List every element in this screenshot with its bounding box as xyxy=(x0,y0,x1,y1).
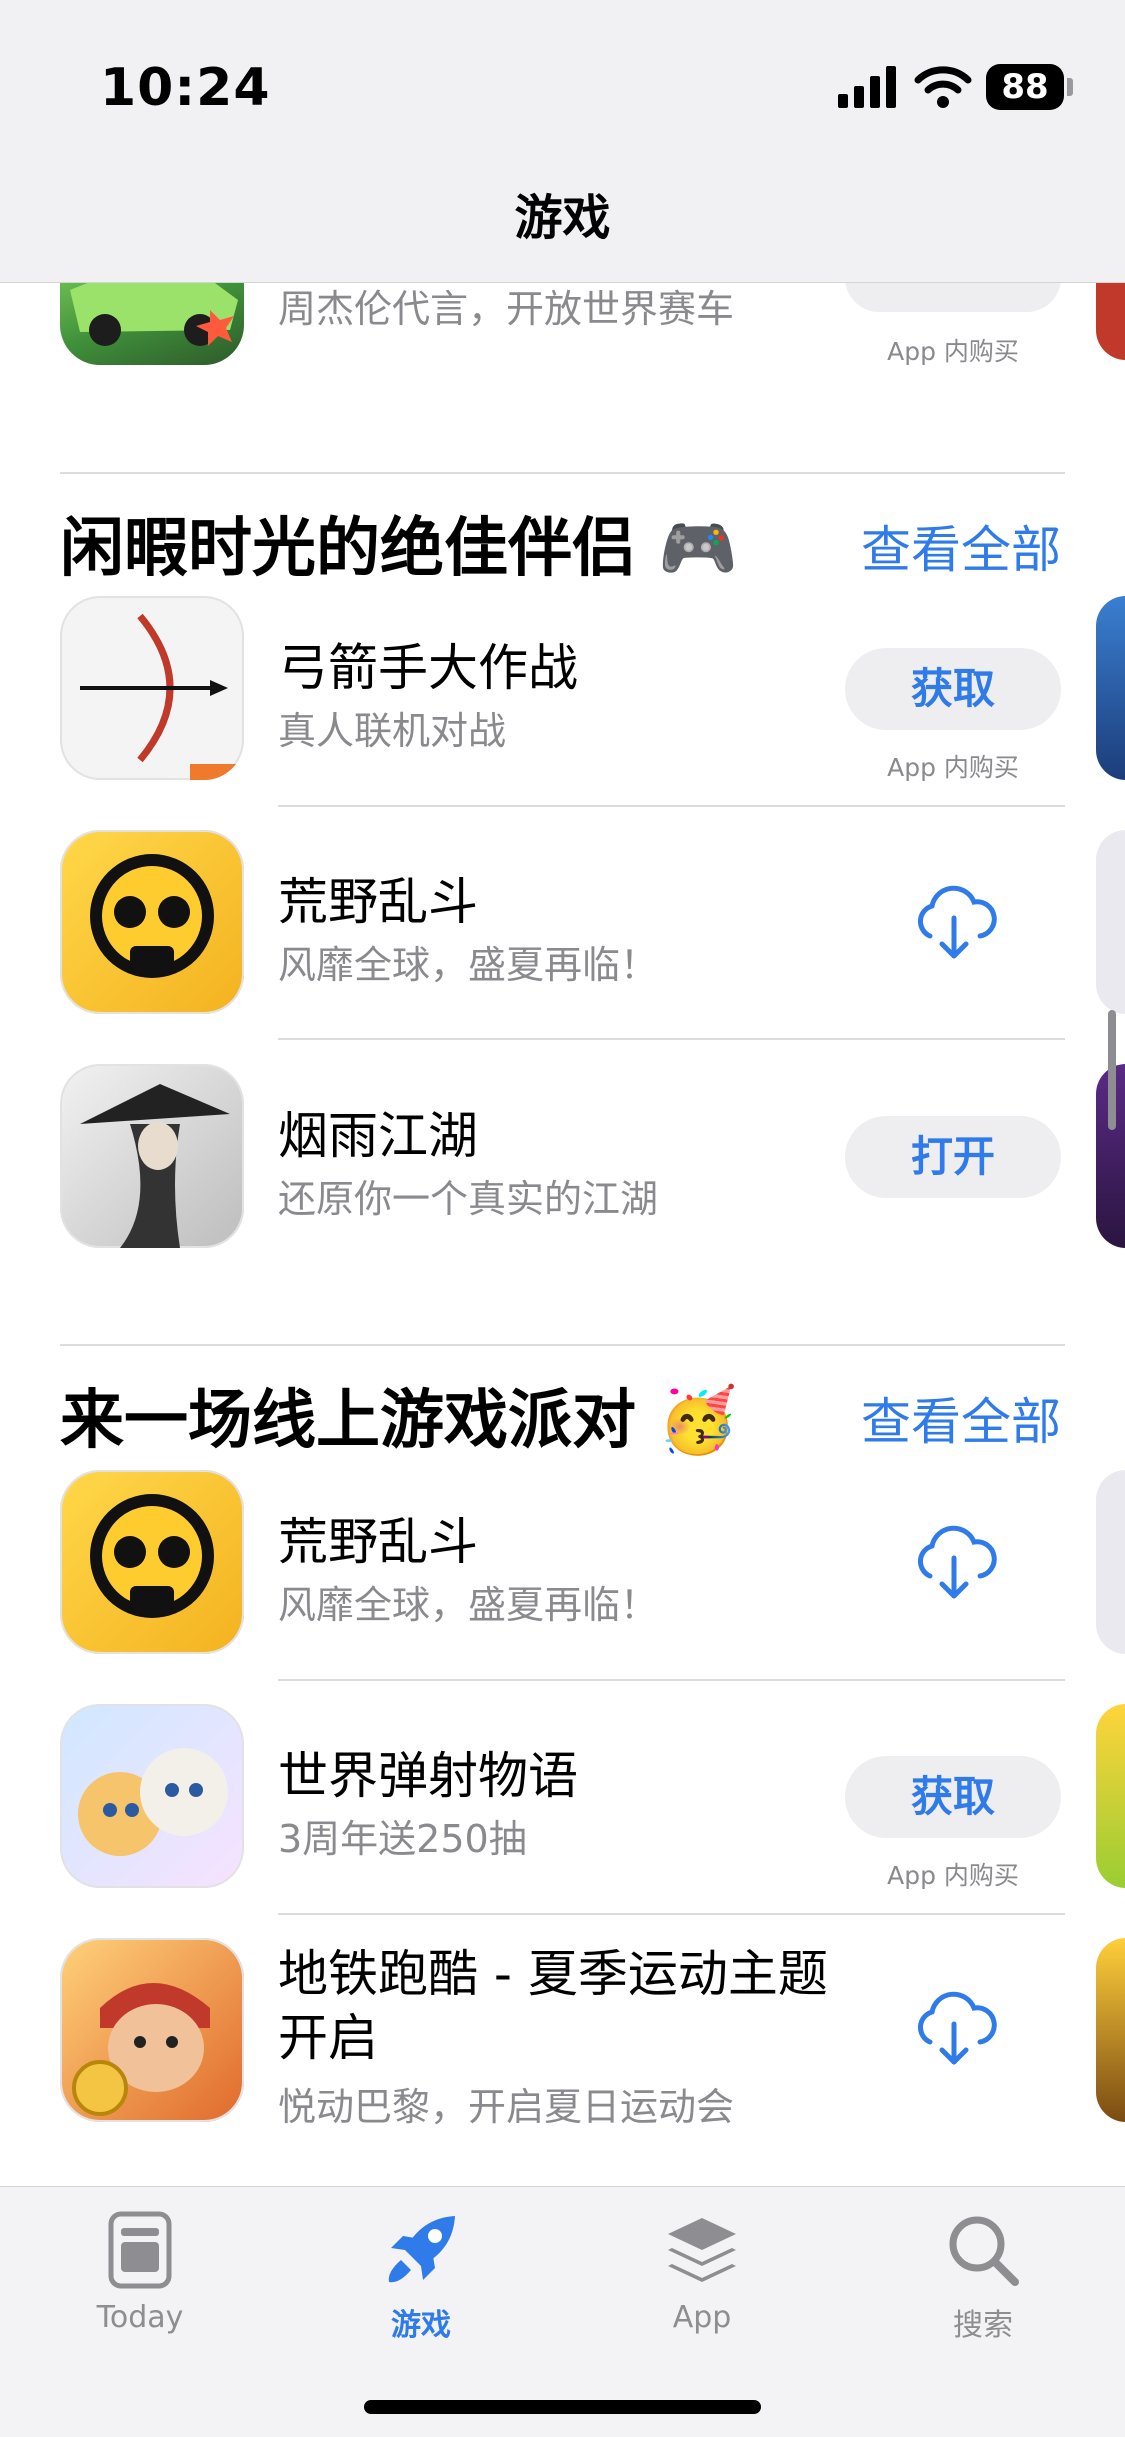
tab-label: 游戏 xyxy=(391,2308,451,2343)
yanyu-jianghu-app-icon[interactable] xyxy=(60,1064,244,1248)
tab-label: 搜索 xyxy=(953,2308,1013,2343)
app-name[interactable]: 荒野乱斗 xyxy=(278,862,478,934)
edge-app-icon[interactable] xyxy=(1096,1704,1125,1888)
app-subtitle: 风靡全球，盛夏再临！ xyxy=(278,1583,659,1627)
get-button[interactable]: 获取 xyxy=(845,1756,1061,1838)
apps-stack-icon xyxy=(668,2218,736,2282)
app-subtitle: 悦动巴黎，开启夏日运动会 xyxy=(278,2085,735,2129)
search-icon xyxy=(949,2216,1019,2286)
tab-today[interactable]: Today xyxy=(40,2210,240,2335)
row-divider xyxy=(278,1038,1065,1040)
app-subtitle: 真人联机对战 xyxy=(278,709,507,753)
iap-label: App 内购买 xyxy=(887,753,1019,782)
scroll-indicator[interactable] xyxy=(1108,1010,1116,1130)
world-flipper-app-icon[interactable] xyxy=(60,1704,244,1888)
app-name[interactable]: 烟雨江湖 xyxy=(278,1096,478,1168)
edge-app-icon[interactable] xyxy=(1096,596,1125,780)
app-subtitle: 风靡全球，盛夏再临！ xyxy=(278,943,659,987)
see-all-link[interactable]: 查看全部 xyxy=(861,510,1061,582)
section-divider xyxy=(60,472,1065,474)
wifi-icon xyxy=(914,66,972,108)
edge-app-icon[interactable] xyxy=(1096,1470,1125,1654)
archer-app-icon[interactable] xyxy=(60,596,244,780)
tab-label: Today xyxy=(96,2300,184,2335)
battery-level: 88 xyxy=(1001,67,1049,107)
tab-label: App xyxy=(672,2300,732,2335)
tab-games[interactable]: 游戏 xyxy=(321,2210,521,2344)
rocket-icon xyxy=(388,2216,455,2283)
navigation-bar: 10:24 88 游戏 xyxy=(0,0,1125,283)
partial-app-subtitle: 周杰伦代言，开放世界赛车 xyxy=(278,287,735,331)
section-title: 来一场线上游戏派对 🥳 xyxy=(60,1384,738,1458)
battery-cap xyxy=(1067,78,1073,96)
cellular-signal-icon xyxy=(838,66,896,108)
today-icon xyxy=(108,2211,172,2289)
download-cloud-icon[interactable] xyxy=(910,884,998,964)
app-name[interactable]: 地铁跑酷 - 夏季运动主题开启 xyxy=(278,1942,838,2070)
app-subtitle: 3周年送250抽 xyxy=(278,1817,527,1861)
section-title: 闲暇时光的绝佳伴侣 🎮 xyxy=(60,512,738,586)
download-cloud-icon[interactable] xyxy=(910,1990,998,2070)
row-divider xyxy=(278,805,1065,807)
app-name[interactable]: 世界弹射物语 xyxy=(278,1736,578,1808)
home-indicator[interactable] xyxy=(364,2400,761,2414)
get-button[interactable]: 获取 xyxy=(845,648,1061,730)
download-cloud-icon[interactable] xyxy=(910,1524,998,1604)
subway-surfers-app-icon[interactable] xyxy=(60,1938,244,2122)
partial-iap-label: App 内购买 xyxy=(887,337,1019,366)
see-all-link[interactable]: 查看全部 xyxy=(861,1382,1061,1454)
app-name[interactable]: 弓箭手大作战 xyxy=(278,628,578,700)
brawl-stars-app-icon[interactable] xyxy=(60,830,244,1014)
battery-icon: 88 xyxy=(986,64,1064,110)
edge-app-icon[interactable] xyxy=(1096,830,1125,1014)
edge-app-icon[interactable] xyxy=(1096,1938,1125,2122)
row-divider xyxy=(278,1679,1065,1681)
brawl-stars-app-icon[interactable] xyxy=(60,1470,244,1654)
page-title: 游戏 xyxy=(514,190,611,246)
row-divider xyxy=(278,1913,1065,1915)
tab-search[interactable]: 搜索 xyxy=(883,2210,1083,2344)
status-time: 10:24 xyxy=(100,58,271,118)
app-name[interactable]: 荒野乱斗 xyxy=(278,1502,478,1574)
iap-label: App 内购买 xyxy=(887,1861,1019,1890)
tab-apps[interactable]: App xyxy=(602,2210,802,2335)
open-button[interactable]: 打开 xyxy=(845,1116,1061,1198)
app-subtitle: 还原你一个真实的江湖 xyxy=(278,1177,659,1221)
section-divider xyxy=(60,1344,1065,1346)
